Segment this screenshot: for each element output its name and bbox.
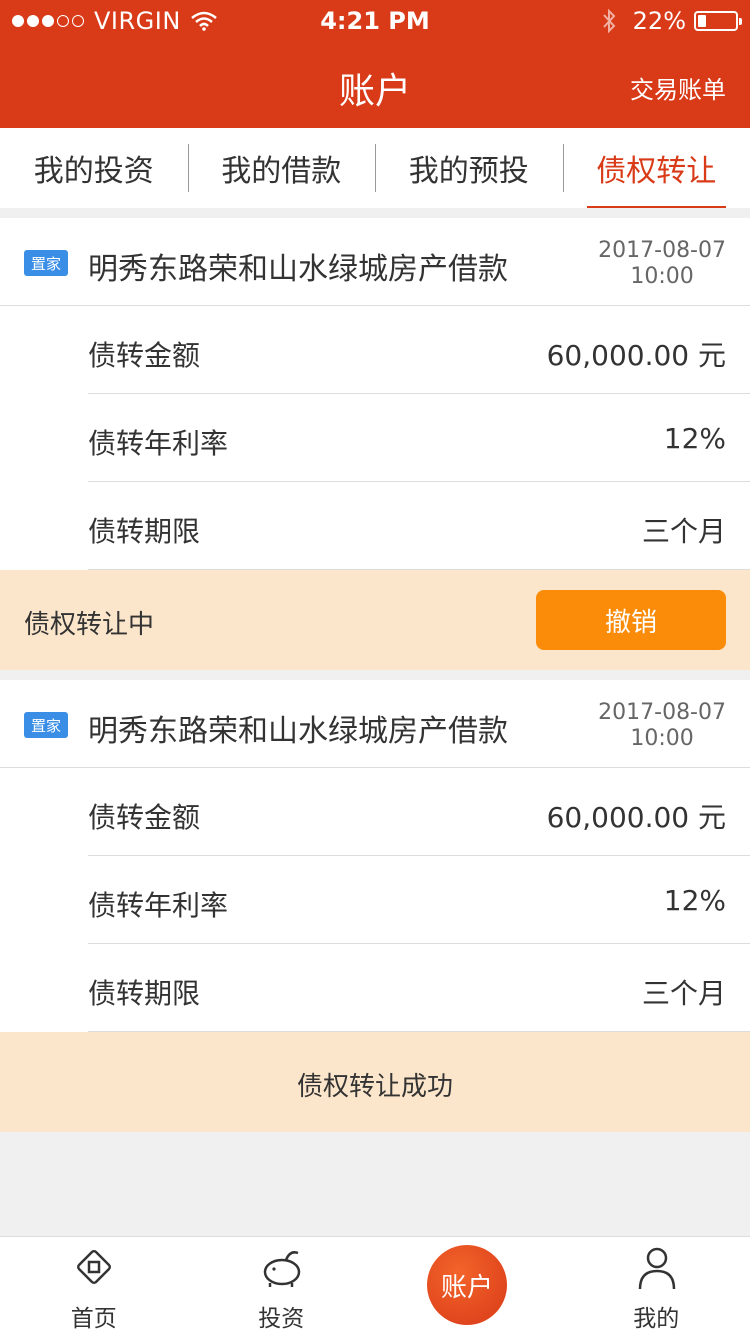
row-label: 债转期限 — [88, 515, 201, 548]
transfer-status: 债权转让成功 — [296, 1072, 453, 1102]
tabbar-home[interactable]: 首页 — [0, 1237, 188, 1334]
battery-percent: 22% — [632, 7, 686, 35]
app-header: VIRGIN 4:21 PM 22% 账户 交易账单 — [0, 0, 750, 128]
bluetooth-icon — [602, 8, 616, 34]
row-value: 三个月 — [641, 515, 726, 548]
tab-bar: 我的投资 我的借款 我的预投 债权转让 — [0, 128, 750, 208]
loan-time: 10:00 — [630, 726, 694, 751]
tabbar-account-button[interactable]: 账户 — [427, 1245, 507, 1325]
loan-datetime: 2017-08-07 10:00 — [598, 700, 726, 752]
user-icon — [638, 1247, 675, 1289]
cancel-button[interactable]: 撤销 — [536, 590, 726, 650]
status-right: 22% — [601, 7, 742, 35]
row-value: 三个月 — [641, 977, 726, 1010]
row-label: 债转年利率 — [88, 889, 229, 922]
battery-level — [698, 15, 706, 27]
detail-row-rate: 债转年利率 12% — [88, 394, 750, 482]
detail-row-term: 债转期限 三个月 — [88, 944, 750, 1032]
row-value: 60,000.00 元 — [546, 339, 726, 372]
loan-time: 10:00 — [630, 264, 694, 289]
category-badge: 置家 — [24, 250, 68, 276]
tab-my-pre-investment[interactable]: 我的预投 — [375, 128, 563, 208]
tabbar-mine[interactable]: 我的 — [563, 1237, 750, 1334]
card-header: 置家 明秀东路荣和山水绿城房产借款 2017-08-07 10:00 — [0, 218, 750, 306]
piggy-bank-icon — [263, 1251, 300, 1287]
tabbar-label: 我的 — [633, 1306, 680, 1332]
transaction-bill-link[interactable]: 交易账单 — [630, 70, 726, 105]
card-header: 置家 明秀东路荣和山水绿城房产借款 2017-08-07 10:00 — [0, 680, 750, 768]
card-footer: 债权转让成功 — [0, 1032, 750, 1132]
card-footer: 债权转让中 撤销 — [0, 570, 750, 670]
detail-row-amount: 债转金额 60,000.00 元 — [88, 768, 750, 856]
loan-datetime: 2017-08-07 10:00 — [598, 238, 726, 290]
row-label: 债转年利率 — [88, 427, 229, 460]
category-badge: 置家 — [24, 712, 68, 738]
tabbar-invest[interactable]: 投资 — [188, 1237, 376, 1334]
battery-icon — [694, 11, 742, 31]
loan-date: 2017-08-07 — [598, 238, 726, 263]
row-label: 债转期限 — [88, 977, 201, 1010]
home-icon — [77, 1250, 111, 1284]
tab-my-investment[interactable]: 我的投资 — [0, 128, 188, 208]
row-value: 12% — [663, 884, 726, 917]
row-label: 债转金额 — [88, 339, 201, 372]
loan-date: 2017-08-07 — [598, 700, 726, 725]
tab-debt-transfer[interactable]: 债权转让 — [562, 128, 750, 208]
debt-card[interactable]: 置家 明秀东路荣和山水绿城房产借款 2017-08-07 10:00 债转金额 … — [0, 218, 750, 670]
detail-row-rate: 债转年利率 12% — [88, 856, 750, 944]
status-bar: VIRGIN 4:21 PM 22% — [0, 0, 750, 40]
tab-my-loan[interactable]: 我的借款 — [187, 128, 376, 208]
loan-title: 明秀东路荣和山水绿城房产借款 — [88, 714, 508, 749]
tabbar-label: 首页 — [70, 1306, 117, 1332]
debt-card[interactable]: 置家 明秀东路荣和山水绿城房产借款 2017-08-07 10:00 债转金额 … — [0, 680, 750, 1132]
transfer-status: 债权转让中 — [24, 610, 155, 640]
loan-title: 明秀东路荣和山水绿城房产借款 — [88, 252, 508, 287]
row-label: 债转金额 — [88, 801, 201, 834]
tabbar-label: 投资 — [258, 1306, 305, 1332]
row-value: 12% — [663, 422, 726, 455]
row-value: 60,000.00 元 — [546, 801, 726, 834]
detail-row-term: 债转期限 三个月 — [88, 482, 750, 570]
bottom-tab-bar: 首页 投资 账户 我的 — [0, 1236, 750, 1334]
detail-row-amount: 债转金额 60,000.00 元 — [88, 306, 750, 394]
